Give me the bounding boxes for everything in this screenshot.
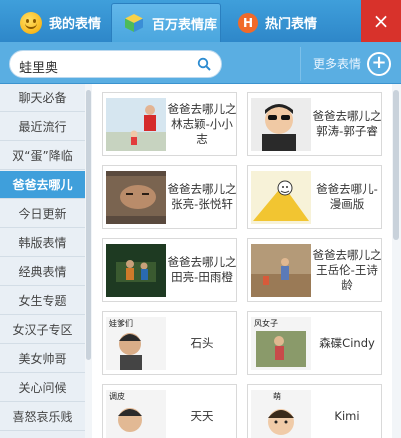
tab-my-stickers-label: 我的表情	[49, 17, 102, 32]
sticker-thumbnail	[251, 98, 311, 151]
category-sidebar: 聊天必备 最近流行 双“蛋”降临 爸爸去哪儿 今日更新 韩版表情 经典表情 女生…	[0, 84, 85, 438]
grid-scroll-thumb[interactable]	[393, 90, 399, 240]
sticker-pack-card[interactable]: 娃爹们 石头	[102, 311, 237, 375]
thumb-caption: 风女子	[254, 318, 278, 328]
thumb-caption: 娃爹们	[109, 318, 133, 328]
sidebar-item-dad-where[interactable]: 爸爸去哪儿	[0, 171, 85, 199]
sidebar-item-girls[interactable]: 女生专题	[0, 287, 85, 315]
sticker-pack-title: 爸爸去哪儿之林志颖-小小志	[167, 101, 237, 146]
sidebar-item-tomboy[interactable]: 女汉子专区	[0, 316, 85, 344]
tab-sticker-library[interactable]: 百万表情库	[111, 3, 221, 42]
sidebar-item-recent-popular[interactable]: 最近流行	[0, 113, 85, 141]
divider	[300, 47, 301, 81]
sidebar-item-korean[interactable]: 韩版表情	[0, 229, 85, 257]
sticker-thumbnail	[251, 244, 311, 297]
search-icon[interactable]	[197, 57, 211, 71]
close-button[interactable]: ×	[361, 0, 401, 42]
sticker-pack-title: Kimi	[334, 408, 360, 423]
sticker-pack-title: 爸爸去哪儿之张亮-张悦轩	[167, 182, 237, 211]
sticker-thumbnail: 娃爹们	[106, 317, 166, 370]
more-stickers-button[interactable]: +	[367, 52, 391, 76]
sticker-pack-title: 爸爸去哪儿之田亮-田雨橙	[167, 255, 237, 284]
sticker-pack-card[interactable]: 爸爸去哪儿之王岳伦-王诗龄	[247, 238, 382, 302]
sidebar-item-beauties[interactable]: 美女帅哥	[0, 345, 85, 373]
search-input-value: 蛙里奥	[19, 61, 59, 76]
cube-icon	[125, 14, 143, 32]
sticker-thumbnail: 风女子	[251, 317, 311, 370]
thumb-caption: 调皮	[109, 391, 125, 401]
sticker-pack-card[interactable]: 爸爸去哪儿之田亮-田雨橙	[102, 238, 237, 302]
sticker-pack-title: 爸爸去哪儿之郭涛-郭子睿	[312, 109, 382, 138]
thumb-caption: 萌	[273, 391, 281, 401]
sticker-grid: 爸爸去哪儿之林志颖-小小志 爸爸去哪儿之郭涛-郭子睿 爸爸去哪儿之张亮-张悦轩	[92, 84, 392, 438]
smiley-icon	[20, 11, 42, 34]
sticker-thumbnail: 调皮	[106, 390, 166, 438]
sidebar-scroll-thumb[interactable]	[86, 90, 91, 360]
sidebar-item-emotions[interactable]: 喜怒哀乐贱	[0, 403, 85, 431]
sidebar-item-classic[interactable]: 经典表情	[0, 258, 85, 286]
sticker-thumbnail	[106, 244, 166, 297]
hot-icon: H	[238, 12, 258, 33]
sticker-pack-title: 森碟Cindy	[319, 335, 375, 350]
sticker-pack-card[interactable]: 爸爸去哪儿之张亮-张悦轩	[102, 165, 237, 229]
sticker-thumbnail	[251, 171, 311, 224]
sticker-pack-title: 天天	[190, 408, 214, 423]
sticker-pack-card[interactable]: 调皮 天天	[102, 384, 237, 438]
tab-my-stickers[interactable]: 我的表情	[8, 3, 112, 42]
sticker-pack-card[interactable]: 爸爸去哪儿之林志颖-小小志	[102, 92, 237, 156]
search-row: 蛙里奥 更多表情 +	[0, 42, 401, 84]
tab-hot-stickers-label: 热门表情	[265, 17, 318, 32]
sticker-thumbnail	[106, 171, 166, 224]
sticker-thumbnail	[106, 98, 166, 151]
tab-hot-stickers[interactable]: H 热门表情	[224, 3, 334, 42]
sidebar-item-today-update[interactable]: 今日更新	[0, 200, 85, 228]
sticker-pack-card[interactable]: 萌 Kimi	[247, 384, 382, 438]
sticker-pack-title: 石头	[190, 335, 214, 350]
more-stickers-link[interactable]: 更多表情	[313, 55, 361, 72]
sticker-thumbnail: 萌	[251, 390, 311, 438]
sticker-pack-card[interactable]: 爸爸去哪儿之郭涛-郭子睿	[247, 92, 382, 156]
search-input[interactable]: 蛙里奥	[9, 50, 222, 78]
tab-bar: 我的表情 百万表情库 H 热门表情 ×	[0, 0, 401, 42]
sidebar-item-greetings[interactable]: 关心问候	[0, 374, 85, 402]
sidebar-item-chat-essentials[interactable]: 聊天必备	[0, 84, 85, 112]
sidebar-item-christmas[interactable]: 双“蛋”降临	[0, 142, 85, 170]
sticker-pack-title: 爸爸去哪儿-漫画版	[316, 182, 378, 211]
tab-sticker-library-label: 百万表情库	[152, 17, 218, 33]
sticker-pack-card[interactable]: 爸爸去哪儿-漫画版	[247, 165, 382, 229]
sticker-pack-card[interactable]: 风女子 森碟Cindy	[247, 311, 382, 375]
sticker-pack-title: 爸爸去哪儿之王岳伦-王诗龄	[312, 247, 382, 292]
